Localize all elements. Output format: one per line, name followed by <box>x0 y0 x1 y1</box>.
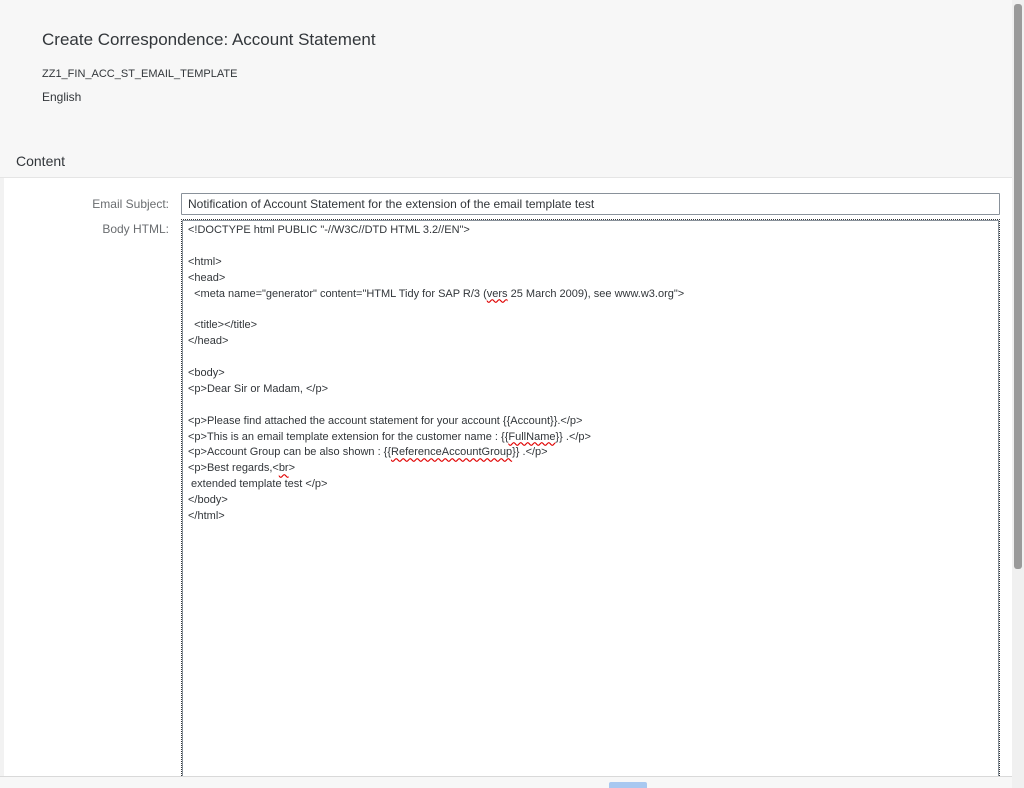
body-html-line: extended template test </p> <box>188 478 328 491</box>
email-subject-input[interactable] <box>181 193 1000 215</box>
body-html-line <box>188 350 993 366</box>
body-html-label: Body HTML: <box>102 222 169 236</box>
section-title: Content <box>16 153 66 169</box>
body-html-line: <html> <box>188 255 222 268</box>
spellcheck-word: br <box>278 462 289 475</box>
body-html-line: <meta name="generator" content="HTML Tid… <box>188 287 685 300</box>
body-html-line <box>188 302 993 318</box>
spellcheck-word: vers <box>486 287 508 300</box>
page-header: Create Correspondence: Account Statement… <box>0 0 1012 140</box>
body-html-line <box>188 239 993 255</box>
body-html-line: </head> <box>188 335 229 348</box>
spellcheck-word: FullName <box>508 430 556 443</box>
body-html-line: <title></title> <box>188 319 258 332</box>
page-title: Create Correspondence: Account Statement <box>42 30 376 49</box>
body-html-line: <body> <box>188 367 225 380</box>
body-html-line: <!DOCTYPE html PUBLIC "-//W3C//DTD HTML … <box>188 224 470 236</box>
body-html-line: <head> <box>188 271 226 284</box>
body-html-line: </body> <box>188 494 228 507</box>
body-html-line <box>188 398 993 414</box>
footer-toolbar <box>0 776 1012 788</box>
spellcheck-word: ReferenceAccountGroup <box>391 446 513 459</box>
template-id: ZZ1_FIN_ACC_ST_EMAIL_TEMPLATE <box>42 68 238 80</box>
body-html-line: </html> <box>188 510 225 523</box>
body-html-line: <p>Account Group can be also shown : {{R… <box>188 446 548 459</box>
footer-primary-button[interactable] <box>609 782 647 788</box>
body-html-line: <p>Dear Sir or Madam, </p> <box>188 382 329 395</box>
content-section-header: Content <box>0 140 1012 178</box>
scrollbar-thumb[interactable] <box>1014 4 1022 569</box>
template-language: English <box>42 90 82 104</box>
body-html-line: <p>Best regards,<br> <box>188 462 296 475</box>
body-html-line: <p>Please find attached the account stat… <box>188 414 583 427</box>
body-html-line: <p>This is an email template extension f… <box>188 430 591 443</box>
page-scrollbar[interactable] <box>1012 0 1024 788</box>
email-subject-label: Email Subject: <box>92 197 169 211</box>
body-html-editor[interactable]: <!DOCTYPE html PUBLIC "-//W3C//DTD HTML … <box>181 219 1000 784</box>
